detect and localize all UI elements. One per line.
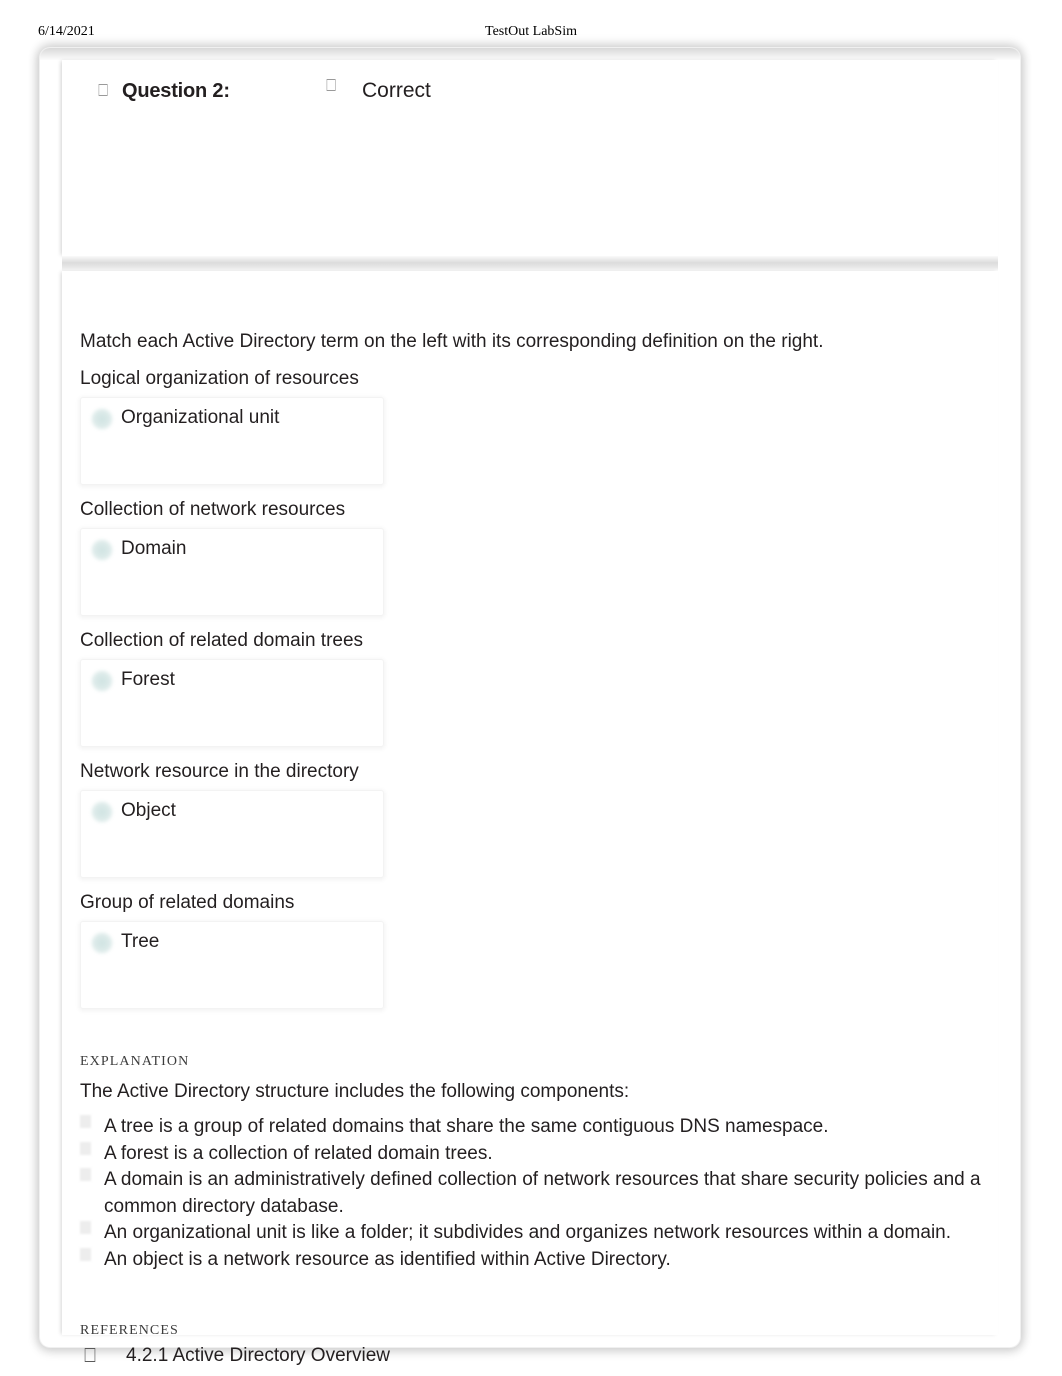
bullet-icon [80,1141,91,1155]
drag-handle-icon[interactable] [91,670,113,692]
references-heading: REFERENCES [80,1323,179,1338]
list-item-text: An object is a network resource as ident… [104,1248,671,1270]
question-prompt: Match each Active Directory term on the … [80,331,824,352]
bullet-icon [80,1168,91,1181]
question-body: Match each Active Directory term on the … [62,271,998,1367]
drag-handle-icon[interactable] [91,539,113,561]
match-term: Forest [121,669,175,690]
match-answer-card[interactable]: Object [80,790,384,878]
app-title: TestOut LabSim [485,24,577,39]
list-item: An organizational unit is like a folder;… [80,1220,996,1247]
list-item-text: A domain is an administratively defined … [104,1169,981,1217]
match-definition: Collection of related domain trees [80,630,364,651]
list-item-text: A tree is a group of related domains tha… [104,1116,829,1137]
match-pair: Logical organization of resources Organi… [80,366,980,497]
match-pairs-list: Logical organization of resources Organi… [80,366,980,1021]
section-divider [62,256,998,271]
match-answer-card[interactable]: Domain [80,528,384,616]
list-item: A forest is a collection of related doma… [80,1141,996,1168]
bullet-icon [80,1115,91,1128]
reference-link-icon: ⎕ [84,1343,96,1367]
question-label: Question 2: [122,80,230,102]
drag-handle-icon[interactable] [91,408,113,430]
match-pair: Group of related domains Tree [80,890,980,1021]
match-definition: Logical organization of resources [80,368,359,389]
match-definition: Network resource in the directory [80,761,359,782]
match-answer-card[interactable]: Tree [80,921,384,1009]
list-item-text: An organizational unit is like a folder;… [104,1222,952,1243]
match-term: Object [121,800,176,821]
bullet-icon [80,1247,91,1261]
list-item: A tree is a group of related domains tha… [80,1114,996,1141]
question-header: ⎕ Question 2: ⎕ Correct [62,60,998,256]
match-term: Tree [121,931,160,952]
match-pair: Network resource in the directory Object [80,759,980,890]
match-definition: Group of related domains [80,892,295,913]
reference-link-label[interactable]: 4.2.1 Active Directory Overview [126,1343,390,1369]
match-pair: Collection of network resources Domain [80,497,980,628]
match-answer-card[interactable]: Forest [80,659,384,747]
status-bullet-icon: ⎕ [326,76,337,96]
match-definition: Collection of network resources [80,499,346,520]
bullet-icon [80,1221,91,1234]
question-panel: ⎕ Question 2: ⎕ Correct Match each Activ… [40,48,1020,1367]
list-item-text: A forest is a collection of related doma… [104,1142,493,1164]
explanation-bullet-list: A tree is a group of related domains tha… [80,1114,996,1273]
explanation-intro: The Active Directory structure includes … [80,1081,630,1102]
match-pair: Collection of related domain trees Fores… [80,628,980,759]
match-answer-card[interactable]: Organizational unit [80,397,384,485]
status-badge: Correct [362,79,431,102]
question-bullet-icon: ⎕ [98,81,109,101]
explanation-heading: EXPLANATION [80,1054,190,1069]
drag-handle-icon[interactable] [91,801,113,823]
list-item: A domain is an administratively defined … [80,1167,996,1220]
list-item: An object is a network resource as ident… [80,1247,996,1274]
drag-handle-icon[interactable] [91,932,113,954]
match-term: Organizational unit [121,407,280,428]
print-header: 6/14/2021 TestOut LabSim [0,0,1062,46]
match-term: Domain [121,538,187,559]
